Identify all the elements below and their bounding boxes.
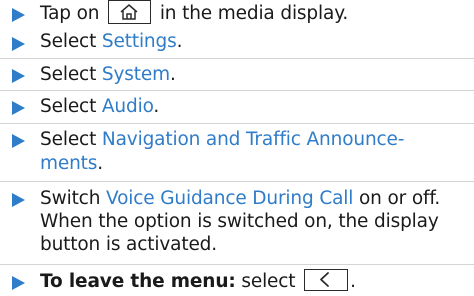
step-text-line-3: button is activated.: [40, 234, 218, 255]
home-icon: [108, 0, 152, 24]
step-suffix: .: [350, 271, 356, 292]
step-switch-voice-guidance: Switch Voice Guidance During Call on or …: [0, 181, 474, 255]
step-suffix: in the media display.: [159, 3, 349, 24]
step-arrow-icon: [12, 37, 25, 51]
step-text-line-1: Select Navigation and Traffic Announce-: [40, 128, 404, 152]
step-arrow-icon: [12, 8, 25, 22]
step-suffix: .: [153, 96, 160, 117]
step-text: Tap on in the media display.: [40, 0, 349, 26]
system-link: System: [101, 64, 170, 85]
settings-link: Settings: [101, 31, 177, 52]
step-text-line-2: When the option is switched on, the disp…: [40, 211, 439, 232]
step-arrow-icon: [12, 69, 25, 83]
step-select-system: Select System.: [0, 58, 474, 85]
step-arrow-icon: [12, 101, 25, 115]
voice-guidance-during-call-link: Voice Guidance During Call: [106, 188, 354, 209]
step-prefix: Select: [40, 129, 97, 150]
step-prefix: Select: [40, 31, 97, 52]
step-text: Select Settings.: [40, 30, 182, 54]
step-leave-menu: To leave the menu: select .: [0, 264, 474, 292]
step-suffix: .: [170, 64, 176, 85]
step-prefix: Select: [40, 96, 97, 117]
step-bold-label: To leave the menu:: [40, 271, 236, 292]
step-suffix: on or off.: [359, 188, 441, 209]
back-chevron-icon: [304, 269, 349, 291]
step-select-navigation-announcements: Select Navigation and Traffic Announce- …: [0, 123, 474, 174]
audio-link: Audio: [101, 96, 154, 117]
step-text: Select Audio.: [40, 95, 159, 119]
step-prefix: Tap on: [40, 3, 100, 24]
step-prefix: Select: [40, 64, 97, 85]
step-text-line-2: ments.: [40, 152, 103, 176]
step-prefix: Switch: [40, 188, 101, 209]
step-text-line-1: Switch Voice Guidance During Call on or …: [40, 187, 440, 211]
step-suffix: .: [176, 31, 183, 52]
step-suffix: .: [97, 153, 104, 174]
step-arrow-icon: [12, 276, 25, 290]
navigation-announcements-link-continued: ments: [40, 153, 98, 174]
step-arrow-icon: [12, 134, 25, 148]
step-text: Select System.: [40, 63, 176, 87]
step-select-audio: Select Audio.: [0, 90, 474, 117]
step-text: To leave the menu: select .: [40, 269, 356, 294]
navigation-announcements-link: Navigation and Traffic Announce-: [101, 129, 405, 150]
step-prefix: select: [241, 271, 296, 292]
step-arrow-icon: [12, 193, 25, 207]
